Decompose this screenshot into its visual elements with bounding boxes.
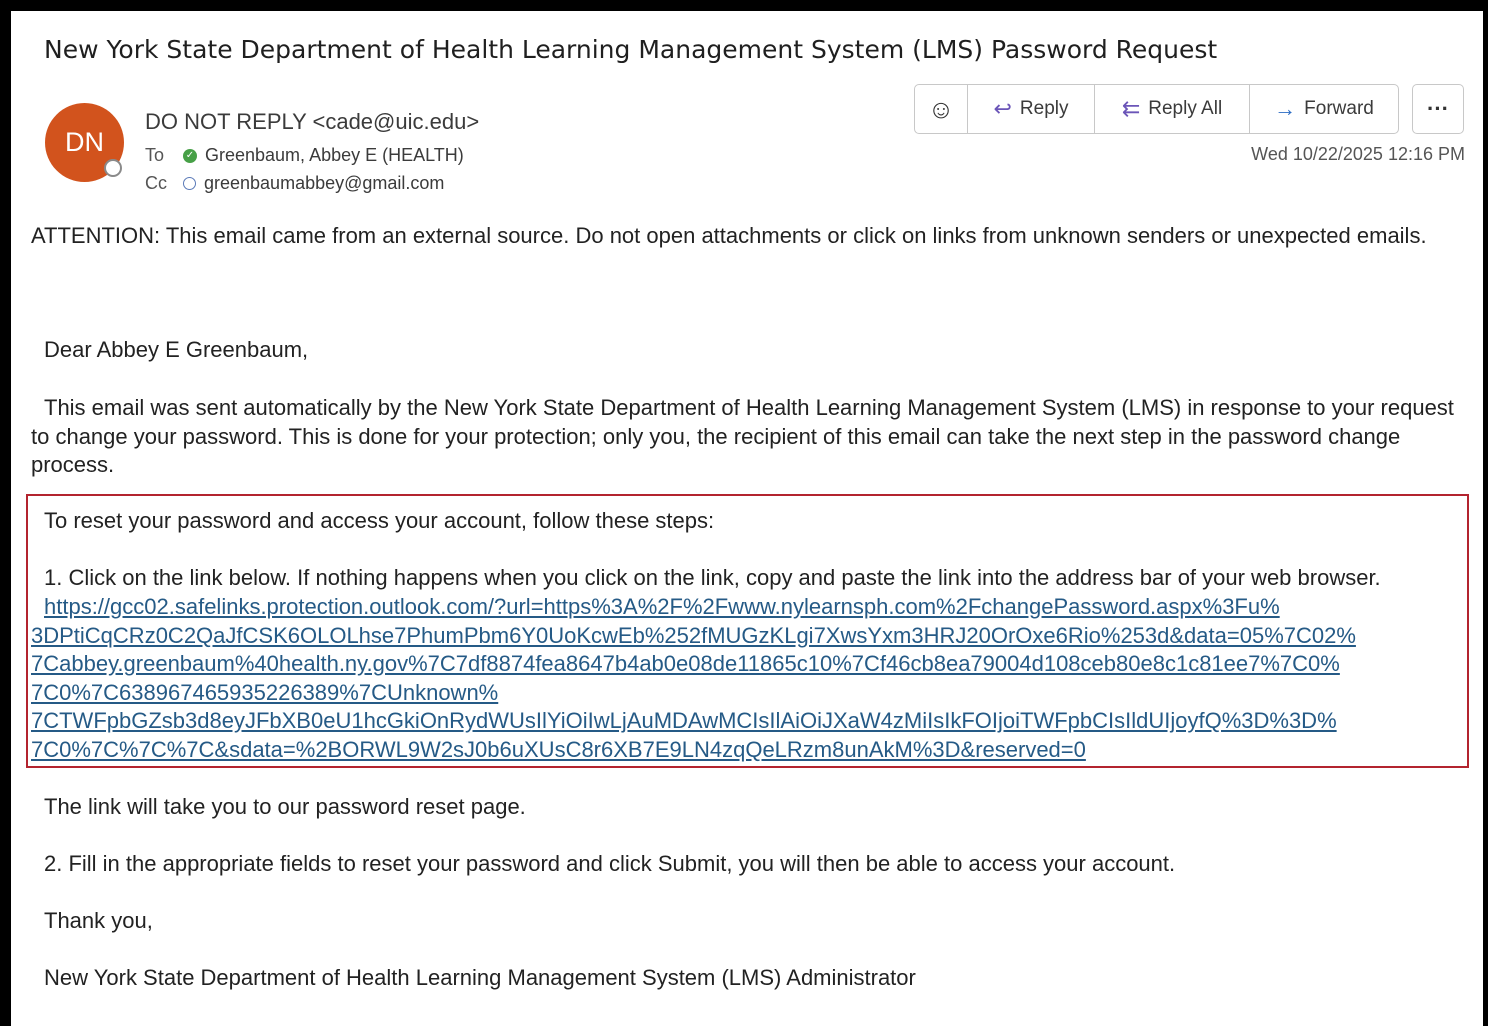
cc-label: Cc	[145, 173, 167, 193]
sender-address[interactable]: DO NOT REPLY <cade@uic.edu>	[145, 109, 479, 135]
ellipsis-icon: ···	[1427, 96, 1449, 121]
forward-label: Forward	[1304, 98, 1374, 119]
reply-icon: ↩	[993, 96, 1012, 121]
intro-paragraph: This email was sent automatically by the…	[31, 395, 1454, 477]
message-toolbar: ☺ ↩ Reply ⇇ Reply All → Forward	[914, 84, 1399, 134]
forward-icon: →	[1274, 96, 1297, 121]
forward-button[interactable]: → Forward	[1250, 85, 1398, 133]
presence-status-icon	[104, 159, 122, 177]
external-warning: ATTENTION: This email came from an exter…	[31, 223, 1427, 248]
reset-link-line[interactable]: 7CTWFpbGZsb3d8eyJFbXB0eU1hcGkiOnRydWUsIl…	[31, 707, 1466, 736]
closing: Thank you,	[44, 908, 153, 933]
reset-link-line[interactable]: https://gcc02.safelinks.protection.outlo…	[31, 593, 1466, 622]
reset-link-line[interactable]: 7C0%7C%7C%7C&sdata=%2BORWL9W2sJ0b6uXUsC8…	[31, 736, 1466, 765]
reset-link-line[interactable]: 7Cabbey.greenbaum%40health.ny.gov%7C7df8…	[31, 650, 1466, 679]
reply-all-icon: ⇇	[1121, 96, 1141, 121]
steps-intro: To reset your password and access your a…	[44, 508, 715, 533]
reset-link-line[interactable]: 7C0%7C638967465935226389%7CUnknown%	[31, 679, 1466, 708]
email-subject: New York State Department of Health Lear…	[44, 35, 1218, 64]
to-label: To	[145, 145, 165, 165]
link-note: The link will take you to our password r…	[44, 794, 526, 819]
to-row: To ✓ Greenbaum, Abbey E (HEALTH)	[145, 145, 464, 166]
more-actions-button[interactable]: ···	[1412, 84, 1464, 134]
greeting: Dear Abbey E Greenbaum,	[44, 337, 309, 362]
reset-link-line[interactable]: 3DPtiCqCRz0C2QaJfCSK6OLOLhse7PhumPbm6Y0U…	[31, 622, 1466, 651]
avatar-initials: DN	[65, 127, 104, 157]
step-two: 2. Fill in the appropriate fields to res…	[44, 851, 1176, 876]
received-date: Wed 10/22/2025 12:16 PM	[1251, 144, 1465, 164]
smiley-icon: ☺	[927, 93, 955, 124]
unknown-status-icon	[183, 177, 196, 190]
cc-row: Cc greenbaumabbey@gmail.com	[145, 173, 444, 194]
reply-button[interactable]: ↩ Reply	[968, 85, 1095, 133]
step-one: 1. Click on the link below. If nothing h…	[44, 565, 1381, 590]
reply-all-label: Reply All	[1148, 98, 1223, 119]
reply-all-button[interactable]: ⇇ Reply All	[1095, 85, 1250, 133]
reply-label: Reply	[1019, 98, 1069, 119]
to-recipient[interactable]: Greenbaum, Abbey E (HEALTH)	[205, 145, 464, 166]
reset-link[interactable]: https://gcc02.safelinks.protection.outlo…	[31, 593, 1466, 764]
cc-recipient[interactable]: greenbaumabbey@gmail.com	[204, 173, 444, 194]
email-window: New York State Department of Health Lear…	[11, 11, 1483, 1026]
signature: New York State Department of Health Lear…	[44, 965, 916, 990]
emoji-reaction-button[interactable]: ☺	[915, 85, 968, 133]
available-status-icon: ✓	[183, 148, 197, 163]
